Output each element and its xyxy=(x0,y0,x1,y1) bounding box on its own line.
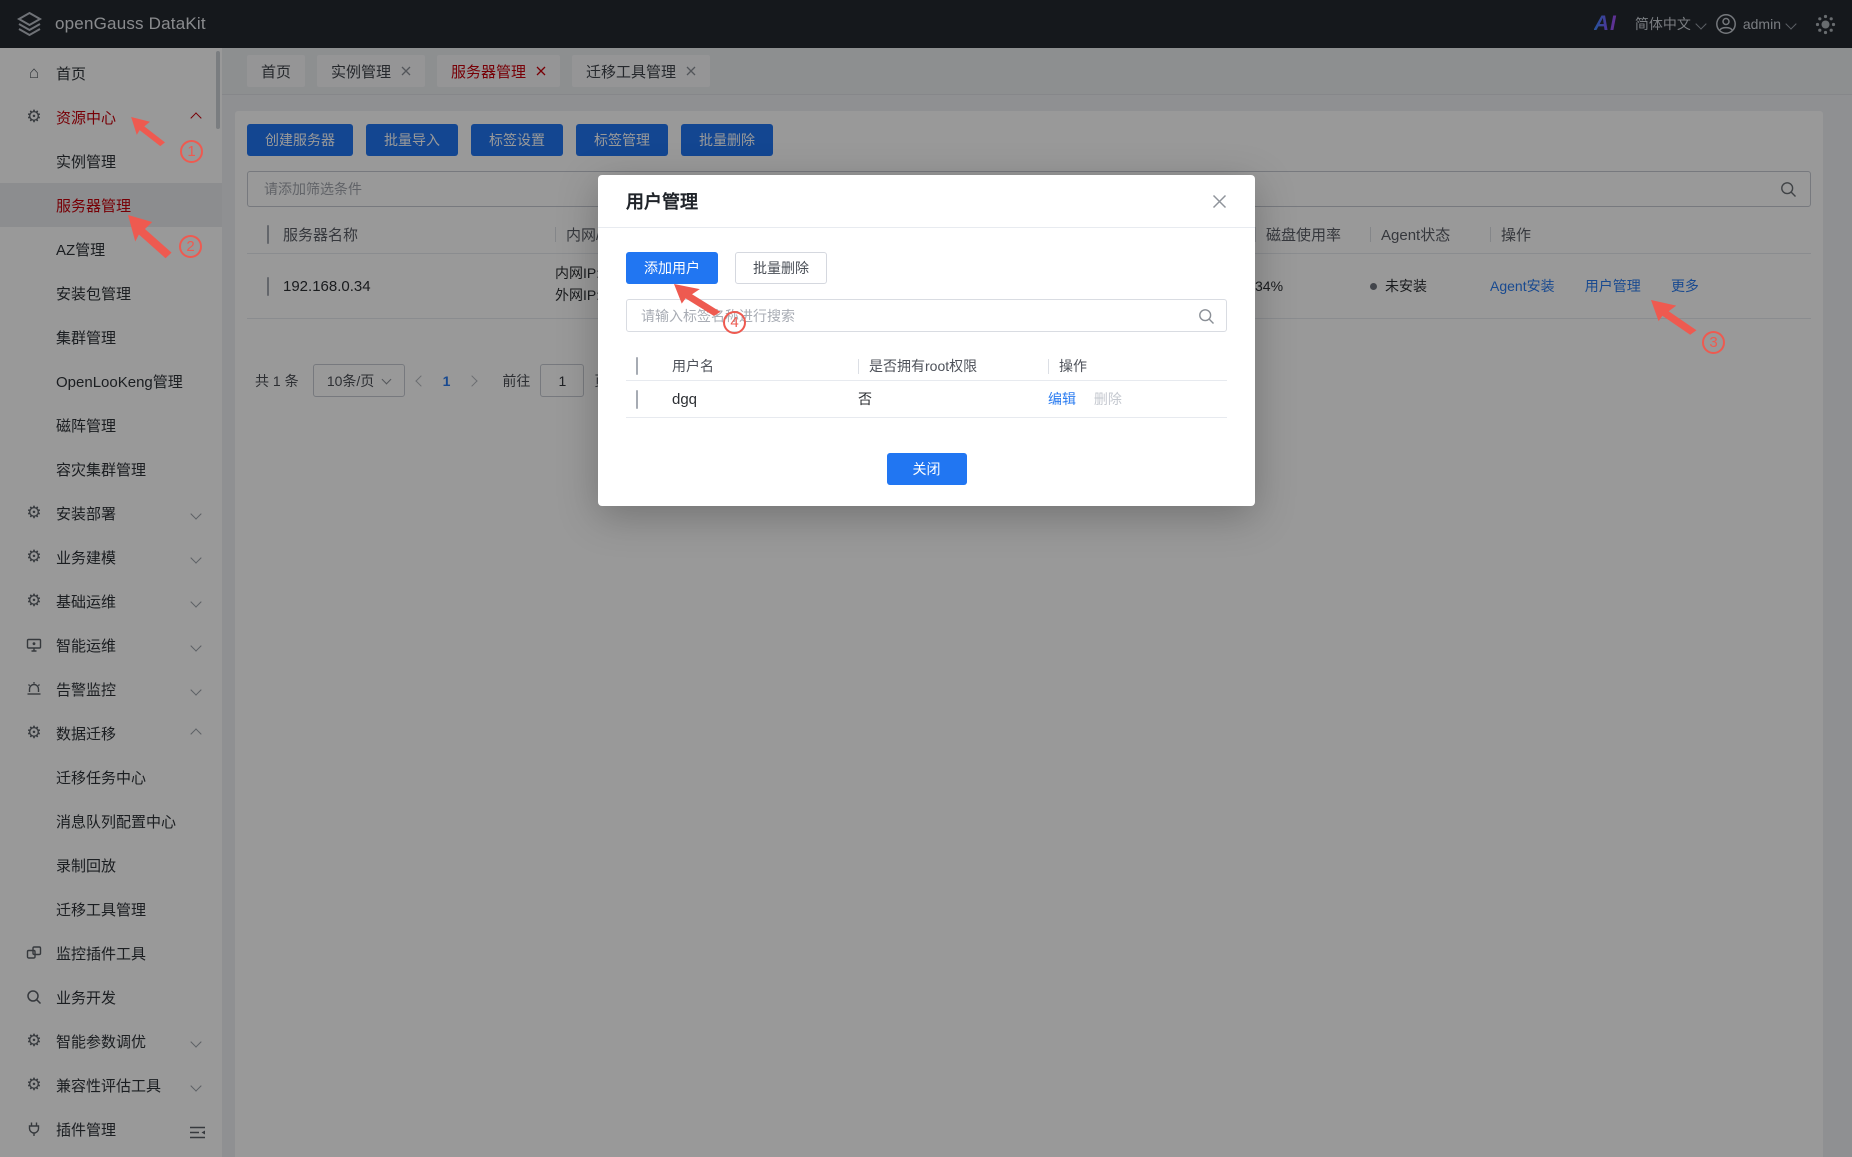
edit-user-link[interactable]: 编辑 xyxy=(1048,391,1076,407)
username-cell: dgq xyxy=(672,391,858,408)
batch-delete-users-button[interactable]: 批量删除 xyxy=(735,252,827,284)
annotation-badge-4: 4 xyxy=(723,311,746,334)
col-root-permission: 是否拥有root权限 xyxy=(858,359,1048,374)
col-username: 用户名 xyxy=(672,356,858,376)
close-dialog-button[interactable]: 关闭 xyxy=(887,453,967,485)
modal-overlay[interactable] xyxy=(0,0,1852,1157)
app-root: openGauss DataKit AI 简体中文 admin xyxy=(0,0,1852,1157)
user-row-checkbox[interactable] xyxy=(636,390,638,409)
col-user-actions: 操作 xyxy=(1048,359,1227,374)
annotation-arrow-3 xyxy=(1651,300,1699,337)
dialog-close-button[interactable] xyxy=(1212,194,1227,209)
root-permission-cell: 否 xyxy=(858,389,1048,409)
annotation-arrow-4 xyxy=(674,284,723,318)
select-all-users-checkbox[interactable] xyxy=(636,357,638,375)
annotation-badge-2: 2 xyxy=(179,235,202,258)
annotation-badge-3: 3 xyxy=(1702,331,1725,354)
annotation-arrow-1 xyxy=(129,117,169,148)
search-icon[interactable] xyxy=(1198,308,1215,330)
annotation-arrow-2 xyxy=(128,215,174,261)
annotation-badge-1: 1 xyxy=(180,140,203,163)
add-user-button[interactable]: 添加用户 xyxy=(626,252,718,284)
user-table-row: dgq 否 编辑 删除 xyxy=(626,381,1227,418)
user-management-dialog: 用户管理 添加用户 批量删除 用户名 是否拥有root权限 操作 xyxy=(598,175,1255,506)
delete-user-link[interactable]: 删除 xyxy=(1094,391,1122,407)
user-table-header: 用户名 是否拥有root权限 操作 xyxy=(626,352,1227,381)
dialog-title: 用户管理 xyxy=(626,188,698,214)
